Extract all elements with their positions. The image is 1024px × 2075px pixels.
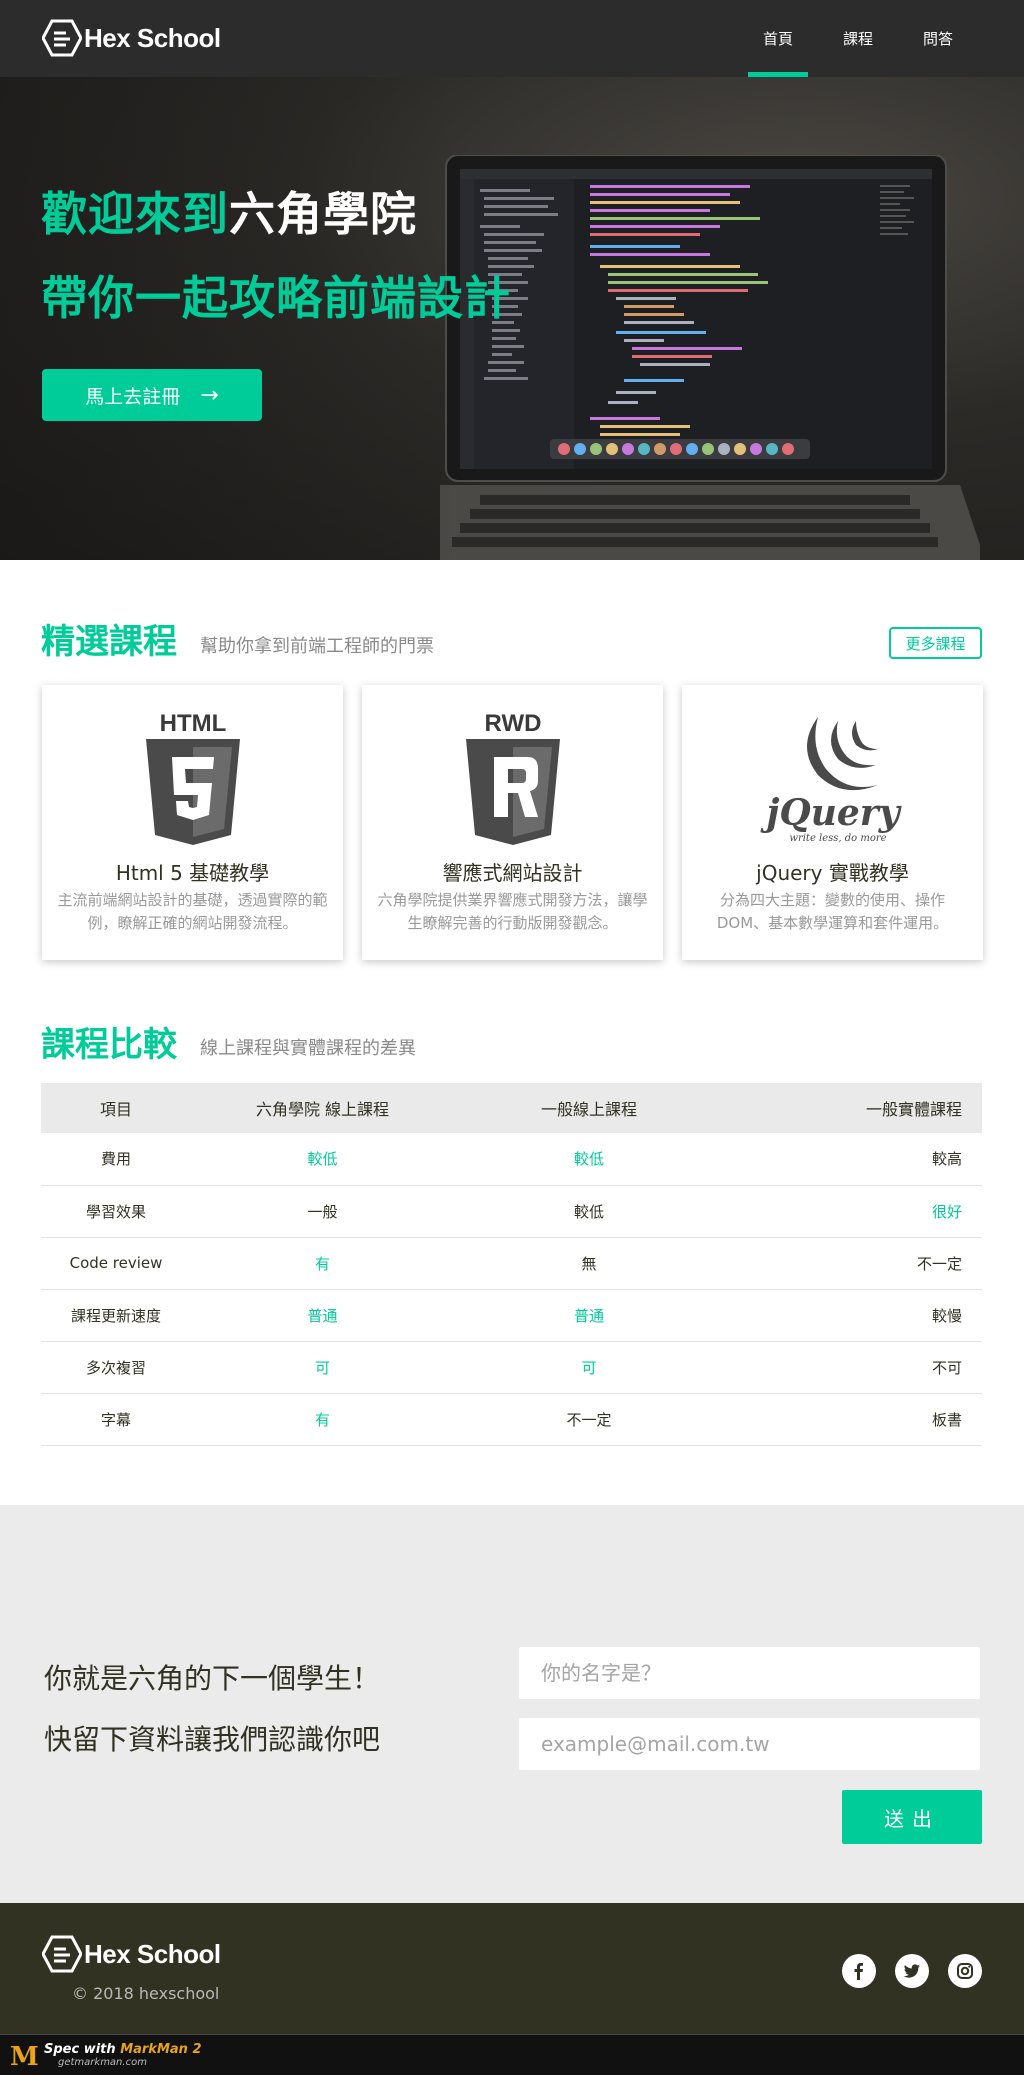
signup-heading-line1: 你就是六角的下一個學生！ <box>44 1662 381 1695</box>
table-row-label: Code review <box>41 1237 191 1290</box>
main-nav: 首頁 課程 問答 <box>728 0 968 77</box>
html5-icon: HTML <box>42 707 343 847</box>
course-card-desc: 主流前端網站設計的基礎，透過實際的範例，瞭解正確的網站開發流程。 <box>57 891 328 932</box>
course-card-title: Html 5 基礎教學 <box>115 861 270 885</box>
courses-title: 精選課程 <box>41 622 177 662</box>
nav-item-home[interactable]: 首頁 <box>748 0 808 77</box>
jquery-caption: jQuery <box>760 792 901 834</box>
course-card-rwd[interactable]: RWD 響應式網站設計 六角學院提供業界響應式開發方法，讓學生瞭解完善的行動版開… <box>362 685 663 960</box>
nav-item-qa[interactable]: 問答 <box>908 0 968 77</box>
markman-url: getmarkman.com <box>58 2057 147 2068</box>
rwd-caption: RWD <box>484 710 541 737</box>
table-row-label: 課程更新速度 <box>41 1289 191 1342</box>
table-header-cell: 一般實體課程 <box>724 1083 982 1133</box>
signup-heading-line2: 快留下資料讓我們認識你吧 <box>44 1723 381 1756</box>
table-row-label: 字幕 <box>41 1393 191 1446</box>
hexschool-logo[interactable]: Hex School <box>42 19 221 57</box>
table-row: 費用 較低 較低 較高 <box>41 1133 982 1186</box>
register-button-label: 馬上去註冊 <box>85 385 181 408</box>
table-header-cell: 一般線上課程 <box>454 1083 724 1133</box>
markman-prefix: Spec with <box>44 2042 121 2057</box>
markman-title: Spec with MarkMan 2 <box>44 2042 202 2057</box>
instagram-icon[interactable] <box>948 1954 982 1988</box>
compare-title: 課程比較 <box>41 1025 177 1065</box>
markman-logo-icon: M <box>10 2042 39 2072</box>
table-row: 課程更新速度 普通 普通 較慢 <box>41 1289 982 1342</box>
table-cell: 較低 <box>191 1133 454 1186</box>
table-cell: 較低 <box>454 1185 724 1238</box>
table-cell: 較低 <box>454 1133 724 1186</box>
hexagon-logo-icon <box>42 1935 82 1973</box>
register-button[interactable]: 馬上去註冊 → <box>42 369 262 421</box>
table-row: 字幕 有 不一定 板書 <box>41 1393 982 1446</box>
logo-text: Hex School <box>84 1938 221 1969</box>
table-header-row: 項目 六角學院 線上課程 一般線上課程 一般實體課程 <box>41 1083 982 1133</box>
course-card-jquery[interactable]: jQuery write less, do more jQuery 實戰教學 分… <box>682 685 983 960</box>
arrow-right-icon: → <box>200 382 219 408</box>
table-body: 費用 較低 較低 較高 學習效果 一般 較低 很好 Code review 有 … <box>41 1133 982 1446</box>
table-header-cell: 項目 <box>41 1083 191 1133</box>
table-row: 多次複習 可 可 不可 <box>41 1341 982 1394</box>
comparison-table: 項目 六角學院 線上課程 一般線上課程 一般實體課程 費用 較低 較低 較高 學… <box>41 1083 982 1446</box>
table-cell: 板書 <box>724 1393 982 1446</box>
courses-subtitle: 幫助你拿到前端工程師的門票 <box>200 636 434 657</box>
hero-headline-line1: 歡迎來到六角學院 <box>41 178 417 244</box>
hero-headline-green: 歡迎來到 <box>41 187 229 241</box>
table-cell: 可 <box>454 1341 724 1394</box>
submit-button[interactable]: 送出 <box>842 1790 982 1844</box>
copyright-text: © 2018 hexschool <box>72 1984 220 2003</box>
markman-brand: MarkMan 2 <box>120 2042 202 2057</box>
hero-headline-white: 六角學院 <box>229 187 417 241</box>
table-header-cell: 六角學院 線上課程 <box>191 1083 454 1133</box>
email-input[interactable] <box>519 1718 980 1770</box>
name-input[interactable] <box>519 1647 980 1699</box>
table-cell: 普通 <box>191 1289 454 1342</box>
course-card-desc: 分為四大主題：變數的使用、操作 DOM、基本數學運算和套件運用。 <box>716 891 949 932</box>
table-cell: 不可 <box>724 1341 982 1394</box>
markman-watermark: M Spec with MarkMan 2 getmarkman.com <box>0 2034 1024 2075</box>
compare-subtitle: 線上課程與實體課程的差異 <box>200 1038 416 1059</box>
table-cell: 不一定 <box>454 1393 724 1446</box>
table-cell: 無 <box>454 1237 724 1290</box>
course-card-html5[interactable]: HTML Html 5 基礎教學 主流前端網站設計的基礎，透過實際的範例，瞭解正… <box>42 685 343 960</box>
hero-headline-line2: 帶你一起攻略前端設計 <box>41 271 511 325</box>
table-cell: 一般 <box>191 1185 454 1238</box>
jquery-tagline: write less, do more <box>789 833 886 844</box>
footer-logo[interactable]: Hex School <box>42 1935 221 1973</box>
table-cell: 不一定 <box>724 1237 982 1290</box>
twitter-icon[interactable] <box>895 1954 929 1988</box>
table-row-label: 學習效果 <box>41 1185 191 1238</box>
footer: Hex School © 2018 hexschool <box>0 1903 1024 2034</box>
logo-text: Hex School <box>84 22 221 53</box>
table-row: 學習效果 一般 較低 很好 <box>41 1185 982 1238</box>
table-cell: 可 <box>191 1341 454 1394</box>
table-row-label: 費用 <box>41 1133 191 1186</box>
nav-item-courses[interactable]: 課程 <box>828 0 888 77</box>
hexagon-logo-icon <box>42 19 82 57</box>
course-card-title: jQuery 實戰教學 <box>756 861 909 885</box>
top-navbar: Hex School 首頁 課程 問答 <box>0 0 1024 77</box>
rwd-icon: RWD <box>362 707 663 847</box>
table-cell: 較高 <box>724 1133 982 1186</box>
table-cell: 普通 <box>454 1289 724 1342</box>
table-row: Code review 有 無 不一定 <box>41 1237 982 1290</box>
jquery-icon: jQuery write less, do more <box>682 707 983 847</box>
course-card-title: 響應式網站設計 <box>442 861 583 885</box>
table-cell: 較慢 <box>724 1289 982 1342</box>
table-cell: 很好 <box>724 1185 982 1238</box>
course-card-desc: 六角學院提供業界響應式開發方法，讓學生瞭解完善的行動版開發觀念。 <box>377 891 648 932</box>
table-cell: 有 <box>191 1237 454 1290</box>
table-row-label: 多次複習 <box>41 1341 191 1394</box>
facebook-icon[interactable] <box>842 1954 876 1988</box>
laptop-code-image <box>440 155 980 560</box>
more-courses-button[interactable]: 更多課程 <box>889 627 982 659</box>
table-cell: 有 <box>191 1393 454 1446</box>
html5-caption: HTML <box>159 710 226 737</box>
